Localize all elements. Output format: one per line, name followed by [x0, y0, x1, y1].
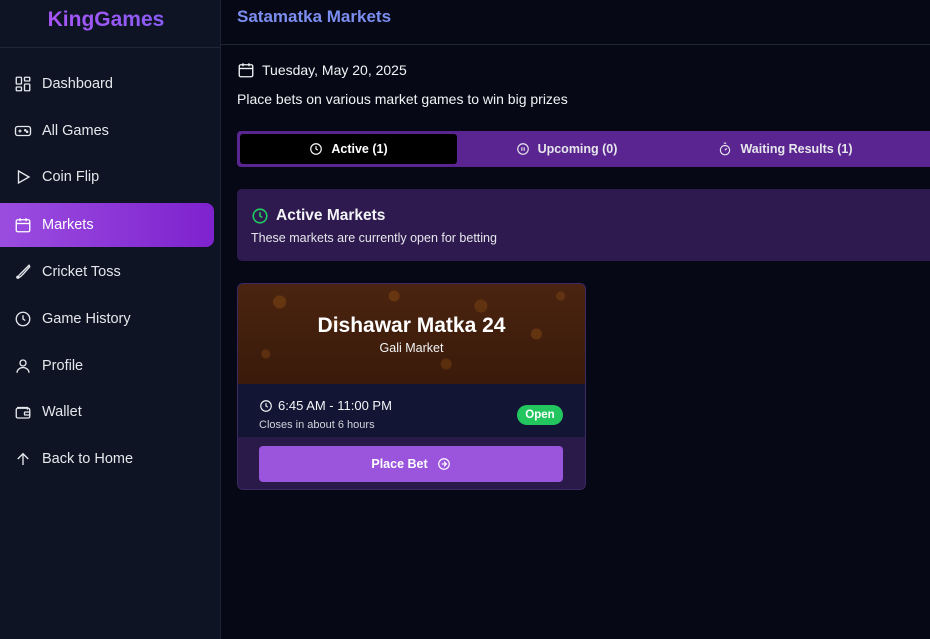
sidebar-item-dashboard[interactable]: Dashboard	[0, 62, 214, 106]
tab-label: Upcoming (0)	[537, 142, 618, 156]
pause-circle-icon	[516, 143, 529, 155]
status-badge: Open	[517, 405, 563, 425]
clock-icon	[252, 208, 268, 224]
tab-active[interactable]: Active (1)	[240, 134, 457, 164]
active-markets-info: Active Markets These markets are current…	[237, 189, 930, 261]
sidebar-item-back-to-home[interactable]: Back to Home	[0, 437, 214, 481]
sidebar-item-label: Back to Home	[42, 451, 134, 467]
sidebar-item-label: Cricket Toss	[42, 264, 121, 280]
brand-name: KingGames	[47, 7, 165, 31]
timer-icon	[720, 142, 731, 156]
tab-upcoming[interactable]: Upcoming (0)	[457, 134, 676, 164]
play-icon	[17, 169, 31, 185]
tab-waiting-results[interactable]: Waiting Results (1)	[676, 134, 895, 164]
sidebar-item-label: Game History	[42, 311, 131, 327]
wallet-icon	[15, 406, 31, 419]
sidebar-item-label: Profile	[42, 358, 84, 374]
dashboard-icon	[15, 76, 31, 92]
calendar-icon	[238, 63, 254, 78]
place-bet-button[interactable]: Place Bet	[259, 446, 563, 482]
info-title: Active Markets	[251, 207, 385, 225]
market-card: Dishawar Matka 24 Gali Market 6:45 AM - …	[237, 283, 586, 490]
market-closes: Closes in about 6 hours	[259, 419, 375, 431]
sidebar-item-all-games[interactable]: All Games	[0, 109, 214, 153]
tab-label: Active (1)	[331, 142, 388, 156]
page-header: Satamatka Markets	[221, 0, 930, 45]
market-name: Dishawar Matka 24	[317, 314, 506, 337]
gamepad-icon	[14, 125, 32, 137]
sidebar-item-label: Markets	[42, 217, 94, 233]
date-text: Tuesday, May 20, 2025	[262, 62, 407, 78]
market-type: Gali Market	[379, 341, 444, 355]
sidebar-item-wallet[interactable]: Wallet	[0, 390, 214, 434]
date-display: Tuesday, May 20, 2025	[237, 61, 407, 79]
page-subtitle: Place bets on various market games to wi…	[237, 91, 568, 107]
bat-icon	[16, 264, 31, 279]
market-time-text: 6:45 AM - 11:00 PM	[278, 398, 392, 413]
arrow-up-icon	[17, 452, 29, 465]
market-card-footer: Place Bet	[238, 437, 585, 489]
market-time: 6:45 AM - 11:00 PM	[259, 398, 392, 413]
sidebar-item-label: Dashboard	[42, 76, 113, 92]
clock-icon	[15, 311, 31, 327]
place-bet-label: Place Bet	[371, 457, 428, 471]
sidebar-item-profile[interactable]: Profile	[0, 344, 214, 388]
sidebar-item-cricket-toss[interactable]: Cricket Toss	[0, 250, 214, 294]
clock-icon	[310, 143, 323, 155]
market-card-body: 6:45 AM - 11:00 PM Closes in about 6 hou…	[238, 384, 585, 437]
brand-logo[interactable]: KingGames	[0, 0, 220, 48]
info-description: These markets are currently open for bet…	[251, 231, 497, 245]
sidebar: KingGames Dashboard All Games Coin Flip …	[0, 0, 221, 639]
sidebar-item-label: Wallet	[42, 404, 82, 420]
market-card-banner: Dishawar Matka 24 Gali Market	[238, 284, 585, 384]
tab-label: Waiting Results (1)	[740, 142, 853, 156]
market-tabs: Active (1) Upcoming (0) Waiting Results …	[237, 131, 930, 167]
sidebar-item-label: Coin Flip	[42, 169, 100, 185]
clock-icon	[260, 399, 272, 412]
sidebar-item-markets[interactable]: Markets	[0, 203, 214, 247]
arrow-right-circle-icon	[437, 458, 450, 470]
user-icon	[16, 359, 30, 373]
calendar-icon	[15, 218, 31, 233]
sidebar-item-coin-flip[interactable]: Coin Flip	[0, 155, 214, 199]
page-title: Satamatka Markets	[237, 7, 392, 26]
sidebar-item-label: All Games	[42, 123, 109, 139]
sidebar-item-game-history[interactable]: Game History	[0, 297, 214, 341]
info-title-text: Active Markets	[276, 207, 386, 224]
